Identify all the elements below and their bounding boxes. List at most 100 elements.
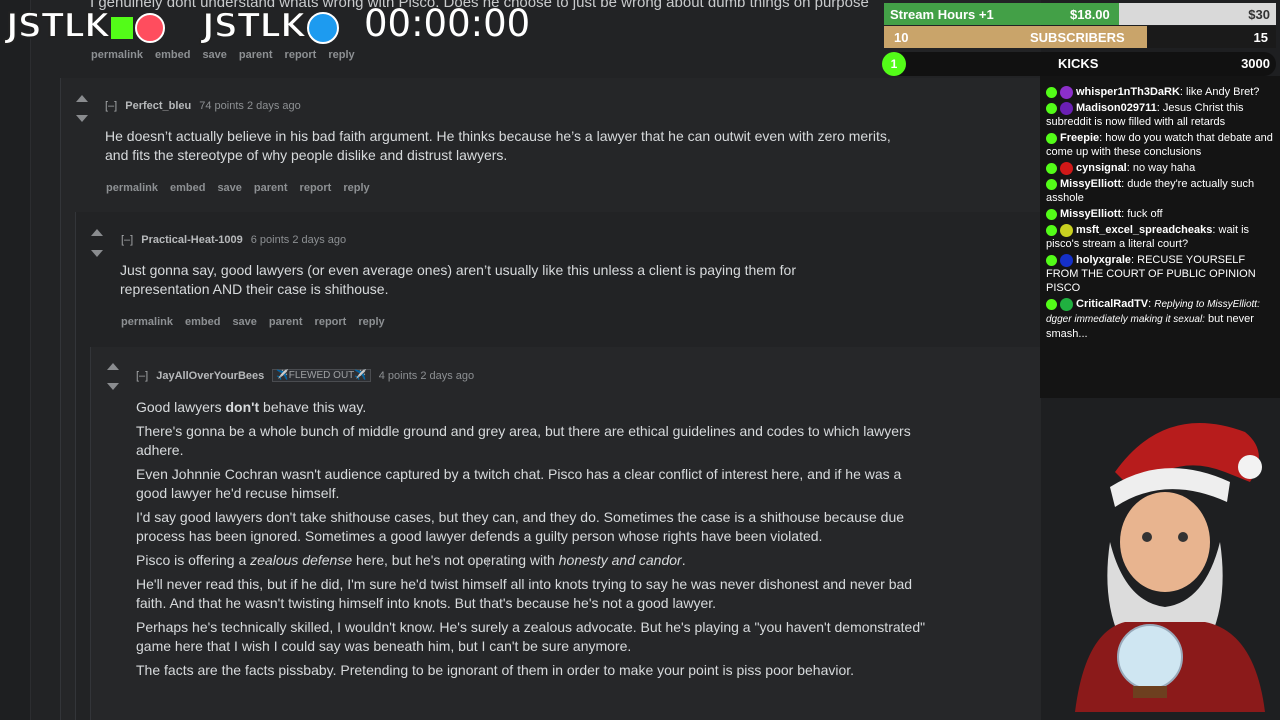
downvote-arrow-icon[interactable]: [91, 250, 103, 257]
stream-hours-bar: Stream Hours +1 $18.00 $30: [884, 3, 1276, 25]
kick-badge-icon: [1046, 224, 1057, 236]
santa-mascot-image: [1075, 423, 1265, 712]
logo-text: JSTLK: [5, 5, 111, 47]
user-badge-icon: [1060, 85, 1073, 99]
comment-author[interactable]: JayAllOverYourBees: [156, 370, 264, 382]
permalink-link[interactable]: permalink: [106, 182, 158, 194]
comment-paragraph: He doesn’t actually believe in his bad f…: [105, 128, 891, 163]
chat-message: holyxgrale: RECUSE YOURSELF FROM THE COU…: [1046, 253, 1256, 294]
twitter-icon: [307, 11, 340, 44]
comment-meta: 4 points 2 days ago: [378, 369, 475, 382]
save-link[interactable]: save: [202, 49, 226, 61]
downvote-arrow-icon[interactable]: [76, 115, 88, 122]
downvote-arrow-icon[interactable]: [107, 383, 119, 390]
comment-meta: 6 points 2 days ago: [250, 234, 347, 246]
user-badge-icon: [1060, 161, 1073, 175]
reply-link[interactable]: reply: [328, 49, 354, 61]
parent-link[interactable]: parent: [254, 182, 288, 194]
chat-text: no way haha: [1132, 162, 1196, 174]
comment-body: Good lawyers don't behave this way. Ther…: [136, 398, 936, 685]
chat-username[interactable]: msft_excel_spreadcheaks: [1076, 224, 1212, 236]
comment-paragraph: Even Johnnie Cochran wasn't audience cap…: [136, 466, 902, 501]
chat-username[interactable]: holyxgrale: [1076, 254, 1131, 266]
stream-hours-value: $18.00: [1070, 7, 1110, 22]
chat-username[interactable]: cynsignal: [1076, 162, 1127, 174]
text-span: .: [681, 552, 686, 568]
reply-link[interactable]: reply: [343, 182, 369, 194]
collapse-toggle[interactable]: [–]: [136, 370, 148, 382]
comment-meta: 74 points 2 days ago: [199, 100, 301, 112]
chat-username[interactable]: whisper1nTh3DaRK: [1076, 86, 1180, 98]
twitter-logo: JSTLK: [201, 5, 340, 47]
logo-text: JSTLK: [201, 5, 307, 47]
record-icon: [135, 12, 166, 43]
parent-comment-links: permalink embed save parent report reply: [91, 49, 355, 61]
permalink-link[interactable]: permalink: [91, 49, 143, 61]
kick-icon: [111, 16, 134, 39]
kick-badge-icon: [1046, 132, 1057, 144]
parent-link[interactable]: parent: [269, 316, 303, 328]
comment-links: permalink embed save parent report reply: [106, 182, 370, 194]
chat-panel: whisper1nTh3DaRK: like Andy Bret? Madiso…: [1040, 76, 1280, 398]
comment-paragraph: Just gonna say, good lawyers (or even av…: [120, 262, 796, 297]
chat-username[interactable]: MissyElliott: [1060, 208, 1121, 220]
kick-badge-icon: [1046, 102, 1057, 114]
user-badge-icon: [1060, 223, 1073, 237]
upvote-arrow-icon[interactable]: [107, 363, 119, 370]
permalink-link[interactable]: permalink: [121, 316, 173, 328]
kick-badge-icon: [1046, 178, 1057, 190]
comment-author[interactable]: Practical-Heat-1009: [141, 234, 243, 246]
kicks-label: KICKS: [1058, 56, 1099, 71]
parent-link[interactable]: parent: [239, 49, 273, 61]
report-link[interactable]: report: [300, 182, 332, 194]
embed-link[interactable]: embed: [155, 49, 190, 61]
collapse-toggle[interactable]: [–]: [105, 100, 117, 112]
chat-message: msft_excel_spreadcheaks: wait is pisco's…: [1046, 223, 1250, 250]
comment-paragraph: He'll never read this, but if he did, I'…: [136, 576, 913, 611]
chat-message: CriticalRadTV: Replying to MissyElliott:…: [1046, 297, 1260, 340]
embed-link[interactable]: embed: [185, 316, 220, 328]
comment-paragraph: There's gonna be a whole bunch of middle…: [136, 423, 911, 458]
screen: I genuinely dont understand whats wrong …: [0, 0, 1280, 720]
comment-paragraph: Perhaps he's technically skilled, I woul…: [136, 619, 926, 654]
comment-paragraph: Pisco is offering a zealous defense here…: [136, 551, 936, 570]
embed-link[interactable]: embed: [170, 182, 205, 194]
subs-count: 10: [894, 30, 909, 45]
snow-globe-base: [1133, 686, 1167, 698]
upvote-arrow-icon[interactable]: [91, 229, 103, 236]
comment-paragraph: The facts are the facts pissbaby. Preten…: [136, 662, 855, 678]
santa-eye: [1142, 532, 1152, 542]
kick-badge-icon: [1046, 162, 1057, 174]
kick-badge-icon: [1046, 208, 1057, 220]
chat-username[interactable]: Freepie: [1060, 132, 1099, 144]
comment-links: permalink embed save parent report reply: [121, 316, 385, 328]
santa-eye: [1178, 532, 1188, 542]
collapse-toggle[interactable]: [–]: [121, 234, 133, 246]
upvote-arrow-icon[interactable]: [76, 95, 88, 102]
user-badge-icon: [1060, 253, 1073, 267]
subs-goal: 15: [1253, 30, 1268, 45]
comment-body: Just gonna say, good lawyers (or even av…: [120, 261, 880, 304]
santa-face: [1120, 492, 1210, 592]
comment-author[interactable]: Perfect_bleu: [125, 100, 191, 112]
comment-tagline: [–] Perfect_bleu 74 points 2 days ago: [105, 100, 301, 112]
stream-hours-target: $30: [1248, 7, 1270, 22]
report-link[interactable]: report: [285, 49, 317, 61]
kick-badge-icon: [1046, 86, 1057, 98]
text-span: Pisco is offering a: [136, 552, 251, 568]
snow-globe: [1117, 624, 1183, 690]
chat-username[interactable]: CriticalRadTV: [1076, 298, 1148, 310]
goal-bars: Stream Hours +1 $18.00 $30 10 SUBSCRIBER…: [880, 0, 1280, 78]
text-span: Good lawyers: [136, 399, 226, 415]
reply-link[interactable]: reply: [358, 316, 384, 328]
chat-username[interactable]: Madison029711: [1076, 102, 1157, 114]
chat-spacer: [1040, 76, 1280, 84]
text-span: here, but he's not operating with: [352, 552, 559, 568]
user-badge-icon: [1060, 297, 1073, 311]
report-link[interactable]: report: [315, 316, 347, 328]
comment-paragraph: I'd say good lawyers don't take shithous…: [136, 509, 905, 544]
chat-username[interactable]: MissyElliott: [1060, 178, 1121, 190]
chat-message: MissyElliott: dude they're actually such…: [1046, 178, 1255, 204]
save-link[interactable]: save: [217, 182, 241, 194]
save-link[interactable]: save: [232, 316, 256, 328]
